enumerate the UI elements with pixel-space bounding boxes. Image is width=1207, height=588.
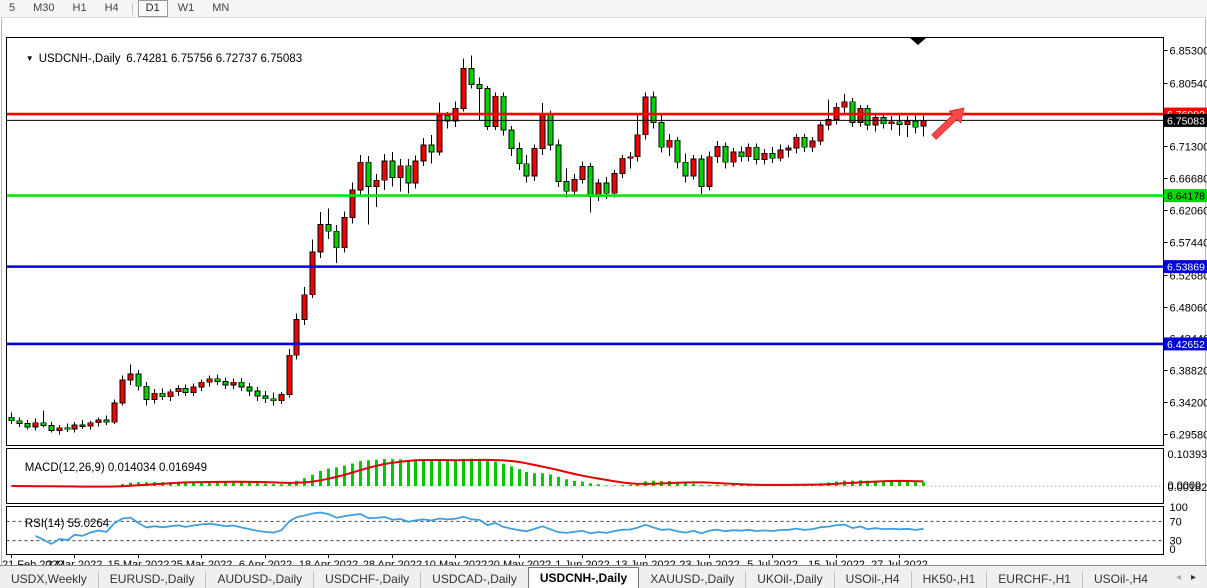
svg-text:6.53869: 6.53869 — [1167, 262, 1205, 274]
symbol-dropdown-icon[interactable]: ▼ — [26, 54, 34, 63]
symbol-tabbar: USDX,WeeklyEURUSD-,DailyAUDUSD-,DailyUSD… — [0, 565, 1207, 588]
timeframe-button-d1[interactable]: D1 — [138, 0, 168, 17]
mt4-terminal: { "toolbar": { "timeframes": ["5", "M30"… — [0, 0, 1207, 587]
svg-text:0.001829: 0.001829 — [1168, 482, 1207, 494]
svg-text:0: 0 — [1170, 544, 1176, 556]
svg-text:6.80540: 6.80540 — [1170, 79, 1207, 91]
tab-scroll-right-icon[interactable]: ▸ — [1186, 572, 1201, 583]
rsi-name: RSI(14) — [25, 518, 65, 530]
timeframe-button-w1[interactable]: W1 — [170, 0, 203, 17]
toolbar-separator — [132, 3, 133, 15]
svg-text:6.38820: 6.38820 — [1170, 366, 1207, 378]
svg-text:6.75083: 6.75083 — [1167, 115, 1205, 127]
timeframe-button-5[interactable]: 5 — [1, 0, 23, 17]
timeframe-button-h1[interactable]: H1 — [65, 0, 95, 17]
svg-text:6.85300: 6.85300 — [1170, 46, 1207, 58]
svg-text:6.62060: 6.62060 — [1170, 206, 1207, 218]
chart-canvas[interactable]: 6.85300 6.80540 6.71300 6.66680 6.62060 6.574… — [0, 17, 1207, 582]
chart-ohlc-values: 6.74281 6.75756 6.72737 6.75083 — [126, 53, 302, 65]
svg-text:6.42652: 6.42652 — [1167, 339, 1205, 351]
chart-title: ▼ USDCNH-,Daily 6.74281 6.75756 6.72737 6… — [13, 41, 302, 77]
rsi-indicator-label: RSI(14) 55.0264 — [12, 506, 109, 542]
symbol-tab-audusd-daily[interactable]: AUDUSD-,Daily — [205, 571, 313, 588]
tab-scroll-left-icon[interactable]: ◂ — [1171, 572, 1186, 583]
chart-window[interactable]: 6.85300 6.80540 6.71300 6.66680 6.62060 6.574… — [0, 17, 1207, 565]
svg-text:6.66680: 6.66680 — [1170, 174, 1207, 186]
symbol-tab-usdcnh-daily[interactable]: USDCNH-,Daily — [528, 567, 639, 588]
svg-text:6.48060: 6.48060 — [1170, 303, 1207, 315]
svg-text:70: 70 — [1170, 516, 1182, 528]
symbol-tab-usdcad-daily[interactable]: USDCAD-,Daily — [420, 571, 528, 588]
chart-symbol: USDCNH-,Daily — [39, 53, 121, 65]
timeframe-button-m30[interactable]: M30 — [25, 0, 62, 17]
svg-text:100: 100 — [1170, 502, 1188, 514]
svg-text:0.103934: 0.103934 — [1168, 449, 1207, 461]
svg-text:6.29580: 6.29580 — [1170, 430, 1207, 442]
svg-text:6.64178: 6.64178 — [1167, 191, 1205, 203]
symbol-tab-hk50-h1[interactable]: HK50-,H1 — [911, 571, 987, 588]
macd-name: MACD(12,26,9) — [25, 462, 105, 474]
main-panel[interactable] — [7, 38, 1164, 446]
symbol-tab-usdchf-daily[interactable]: USDCHF-,Daily — [313, 571, 420, 588]
timeframe-button-mn[interactable]: MN — [204, 0, 237, 17]
svg-text:6.34200: 6.34200 — [1170, 398, 1207, 410]
symbol-tab-eurchf-h1[interactable]: EURCHF-,H1 — [986, 571, 1082, 588]
rsi-panel[interactable] — [7, 507, 1164, 555]
symbol-tab-usoil-h4[interactable]: USOil-,H4 — [1082, 571, 1159, 588]
symbol-tab-ukoil-daily[interactable]: UKOil-,Daily — [745, 571, 833, 588]
svg-text:6.57440: 6.57440 — [1170, 238, 1207, 250]
symbol-tab-usdx-weekly[interactable]: USDX,Weekly — [0, 571, 98, 588]
symbol-tab-eurusd-daily[interactable]: EURUSD-,Daily — [98, 571, 206, 588]
rsi-current-value: 55.0264 — [68, 518, 110, 530]
svg-text:6.71300: 6.71300 — [1170, 142, 1207, 154]
tab-scroll-buttons: ◂▸ — [1171, 566, 1207, 588]
symbol-tab-usoil-h4[interactable]: USOil-,H4 — [834, 571, 911, 588]
timeframe-toolbar: 5M30H1H4 D1W1MN — [0, 0, 1207, 18]
macd-indicator-label: MACD(12,26,9) 0.014034 0.016949 — [12, 450, 207, 486]
macd-current-values: 0.014034 0.016949 — [108, 462, 207, 474]
timeframe-button-h4[interactable]: H4 — [97, 0, 127, 17]
symbol-tab-xauusd-daily[interactable]: XAUUSD-,Daily — [639, 571, 745, 588]
